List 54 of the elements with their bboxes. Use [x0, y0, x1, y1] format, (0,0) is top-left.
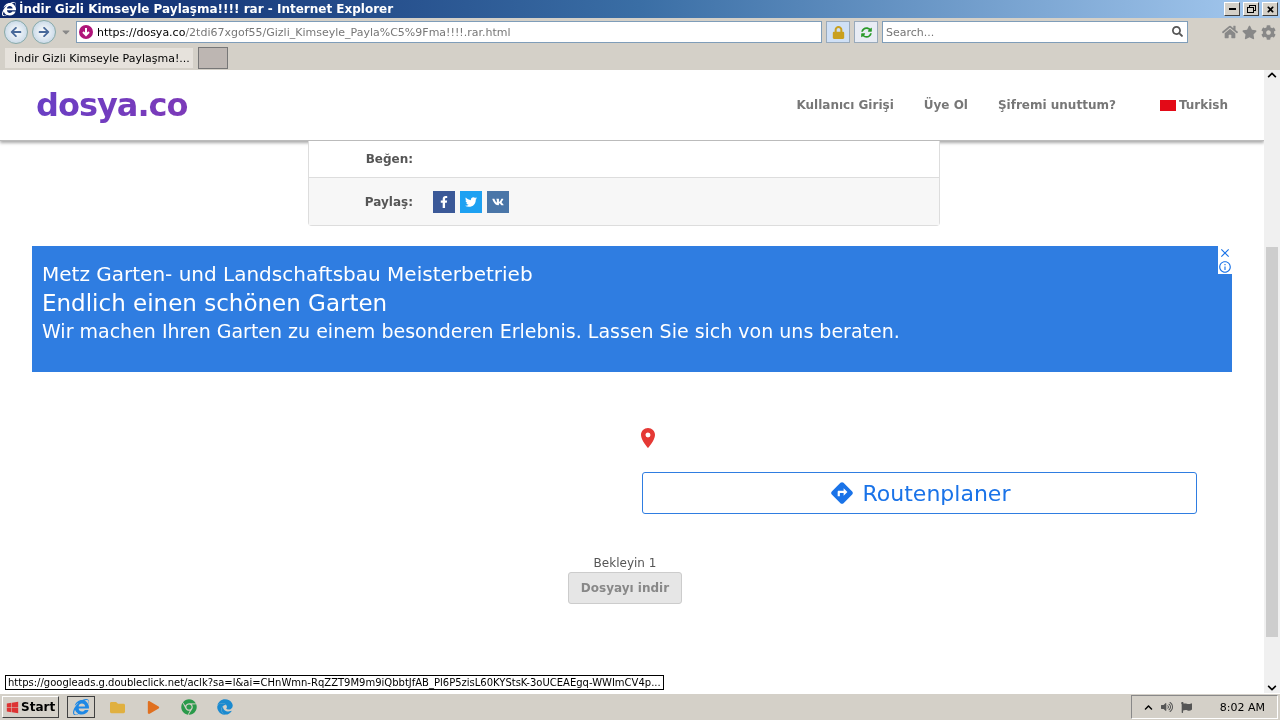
tray-expand-icon[interactable]: [1143, 702, 1153, 712]
flag-icon[interactable]: [1180, 701, 1192, 713]
window-title: İndir Gizli Kimseyle Paylaşma!!!! rar - Internet Explorer: [19, 2, 395, 16]
scroll-down-icon[interactable]: [1267, 683, 1277, 693]
language-link[interactable]: Turkish: [1159, 98, 1228, 112]
scroll-up-icon[interactable]: [1267, 70, 1277, 80]
home-icon[interactable]: [1222, 24, 1238, 40]
wait-text: Bekleyin 1: [593, 556, 657, 570]
browser-logo-icon: [2, 2, 16, 16]
restore-button[interactable]: [1243, 2, 1259, 16]
minimize-icon: [1228, 8, 1236, 10]
info-label: Beğen:: [364, 152, 413, 166]
close-button[interactable]: [1262, 2, 1278, 16]
directions-icon: [828, 480, 855, 506]
search-icon[interactable]: [1172, 26, 1183, 37]
new-tab-button[interactable]: [198, 47, 228, 69]
address-field[interactable]: https://dosya.co/2tdi67xgof55/Gizli_Kimseyle_Payla%C5%9Fma!!!!.rar.html: [76, 21, 822, 43]
refresh-button[interactable]: [854, 21, 878, 43]
nav-link[interactable]: Üye Ol: [923, 98, 968, 112]
volume-icon[interactable]: [1160, 701, 1173, 713]
info-icon[interactable]: [1218, 260, 1232, 274]
flag-icon: [1159, 99, 1176, 111]
close-icon: [1265, 4, 1275, 14]
back-button[interactable]: [4, 20, 28, 44]
minimize-button[interactable]: [1224, 2, 1240, 16]
nav-link[interactable]: Şifremi unuttum?: [997, 98, 1116, 112]
nav-link[interactable]: Kullanıcı Girişi: [796, 98, 894, 112]
ad-advertiser: Metz Garten- und Landschaftsbau Meisterbetrieb: [42, 262, 534, 286]
settings-icon[interactable]: [1261, 24, 1276, 40]
restore-icon: [1246, 5, 1256, 13]
scrollbar[interactable]: [1264, 70, 1280, 693]
forward-button[interactable]: [32, 20, 56, 44]
vk-icon[interactable]: [487, 190, 509, 213]
forward-arrow-icon: [38, 26, 50, 38]
browser-tab[interactable]: İndir Gizli Kimseyle Paylaşma!...: [4, 47, 194, 69]
status-url: https://googleads.g.doubleclick.net/aclk?sa=l&ai=CHnWmn-RqZZT9M9m9iQbbtJfAB_Pl6P5zisL60KYStsK-3oUCEAEgq-WWImCV4p...: [5, 675, 664, 690]
favorites-icon[interactable]: [1242, 24, 1257, 40]
refresh-icon: [860, 26, 872, 38]
close-ad-icon[interactable]: [1218, 246, 1232, 260]
download-arrow-icon: [79, 25, 93, 39]
twitter-icon[interactable]: [460, 190, 482, 213]
ad-banner[interactable]: Metz Garten- und Landschaftsbau Meisterbetrieb Endlich einen schönen Garten Wir machen Ihren Garten zu einem besonderen Erlebnis. Lassen Sie sich von uns beraten.: [32, 246, 1232, 372]
ie-taskbar-icon[interactable]: [67, 696, 96, 718]
ad-body: Wir machen Ihren Garten zu einem besonderen Erlebnis. Lassen Sie sich von uns beraten.: [42, 320, 901, 342]
search-field[interactable]: Search...: [882, 21, 1188, 43]
facebook-icon[interactable]: [433, 190, 455, 213]
route-planner-button[interactable]: Routenplaner: [642, 472, 1197, 514]
clock: 8:02 AM: [1219, 700, 1265, 714]
lock-icon: [831, 25, 845, 39]
ad-headline: Endlich einen schönen Garten: [42, 290, 389, 316]
info-label: Paylaş:: [363, 194, 413, 209]
windows-logo-icon: [6, 700, 19, 714]
start-button[interactable]: Start: [2, 696, 60, 718]
back-arrow-icon: [10, 26, 22, 38]
